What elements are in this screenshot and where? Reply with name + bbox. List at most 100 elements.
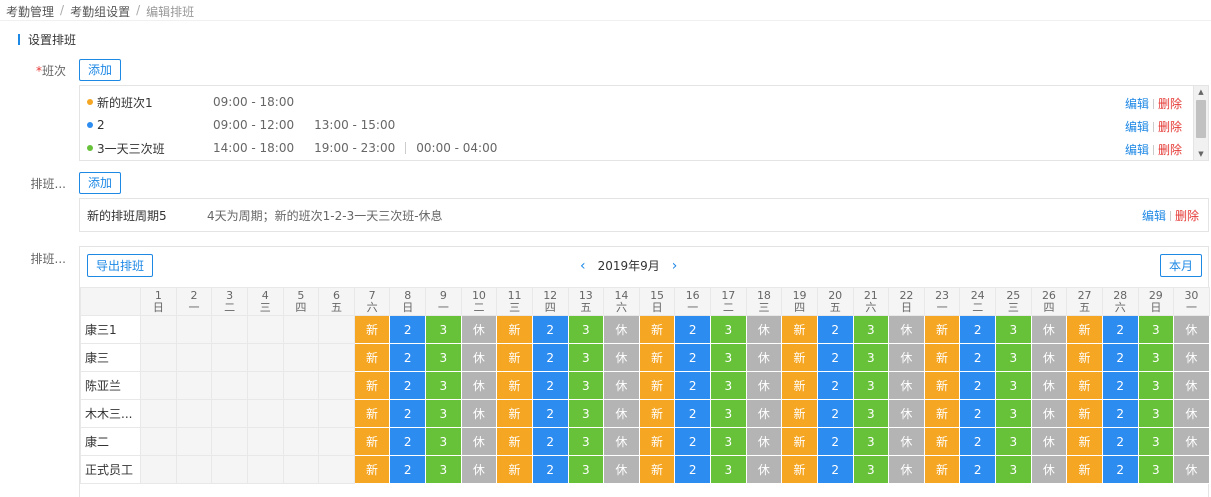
schedule-cell[interactable]: 3 xyxy=(995,399,1032,428)
schedule-cell[interactable]: 新 xyxy=(638,427,676,456)
schedule-cell[interactable]: 休 xyxy=(1173,315,1210,344)
schedule-cell[interactable]: 休 xyxy=(603,371,640,400)
schedule-cell[interactable]: 2 xyxy=(389,399,426,428)
add-cycle-button[interactable]: 添加 xyxy=(79,172,122,194)
schedule-cell[interactable]: 2 xyxy=(389,427,426,456)
next-month-icon[interactable]: › xyxy=(672,258,678,274)
schedule-cell[interactable]: 3 xyxy=(710,455,747,484)
schedule-cell[interactable]: 3 xyxy=(710,315,747,344)
schedule-cell[interactable]: 3 xyxy=(995,455,1032,484)
schedule-cell[interactable]: 2 xyxy=(1101,343,1139,372)
schedule-cell[interactable]: 休 xyxy=(460,315,498,344)
schedule-cell[interactable]: 新 xyxy=(496,315,533,344)
schedule-cell[interactable]: 2 xyxy=(531,455,569,484)
empty-day-cell[interactable] xyxy=(318,399,355,428)
schedule-cell[interactable]: 新 xyxy=(781,315,818,344)
schedule-cell[interactable]: 新 xyxy=(638,371,676,400)
schedule-cell[interactable]: 3 xyxy=(852,371,890,400)
schedule-cell[interactable]: 新 xyxy=(353,455,391,484)
schedule-cell[interactable]: 2 xyxy=(816,455,854,484)
this-month-button[interactable]: 本月 xyxy=(1160,254,1203,277)
schedule-cell[interactable]: 新 xyxy=(781,399,818,428)
schedule-cell[interactable]: 2 xyxy=(531,315,569,344)
schedule-cell[interactable]: 3 xyxy=(425,371,462,400)
schedule-cell[interactable]: 2 xyxy=(389,315,426,344)
empty-day-cell[interactable] xyxy=(282,315,320,344)
schedule-cell[interactable]: 新 xyxy=(781,455,818,484)
schedule-cell[interactable]: 2 xyxy=(531,427,569,456)
empty-day-cell[interactable] xyxy=(140,315,177,344)
schedule-cell[interactable]: 新 xyxy=(923,315,961,344)
schedule-cell[interactable]: 新 xyxy=(353,427,391,456)
schedule-cell[interactable]: 新 xyxy=(496,399,533,428)
schedule-cell[interactable]: 休 xyxy=(888,371,925,400)
empty-day-cell[interactable] xyxy=(246,343,284,372)
schedule-cell[interactable]: 3 xyxy=(425,399,462,428)
schedule-cell[interactable]: 2 xyxy=(959,343,996,372)
scroll-thumb[interactable] xyxy=(1196,100,1206,138)
schedule-cell[interactable]: 新 xyxy=(1066,343,1103,372)
schedule-cell[interactable]: 3 xyxy=(710,343,747,372)
schedule-cell[interactable]: 休 xyxy=(888,427,925,456)
schedule-cell[interactable]: 2 xyxy=(816,315,854,344)
schedule-cell[interactable]: 2 xyxy=(674,343,711,372)
breadcrumb-item-group-settings[interactable]: 考勤组设置 xyxy=(70,3,130,19)
schedule-cell[interactable]: 新 xyxy=(353,399,391,428)
schedule-cell[interactable]: 休 xyxy=(888,343,925,372)
schedule-cell[interactable]: 2 xyxy=(959,315,996,344)
breadcrumb-item-attendance[interactable]: 考勤管理 xyxy=(6,3,54,19)
schedule-cell[interactable]: 休 xyxy=(460,371,498,400)
schedule-cell[interactable]: 3 xyxy=(425,427,462,456)
schedule-cell[interactable]: 休 xyxy=(1030,371,1068,400)
schedule-cell[interactable]: 新 xyxy=(638,399,676,428)
schedule-cell[interactable]: 3 xyxy=(710,399,747,428)
schedule-cell[interactable]: 休 xyxy=(1030,427,1068,456)
schedule-cell[interactable]: 休 xyxy=(1173,343,1210,372)
schedule-cell[interactable]: 2 xyxy=(531,371,569,400)
schedule-cell[interactable]: 休 xyxy=(745,371,783,400)
export-schedule-button[interactable]: 导出排班 xyxy=(87,254,154,277)
edit-shift-link[interactable]: 编辑 xyxy=(1125,118,1149,135)
schedule-cell[interactable]: 3 xyxy=(852,455,890,484)
schedule-cell[interactable]: 3 xyxy=(425,455,462,484)
schedule-cell[interactable]: 新 xyxy=(923,427,961,456)
schedule-cell[interactable]: 3 xyxy=(567,315,605,344)
shift-list-scrollbar[interactable]: ▲ ▼ xyxy=(1193,86,1208,160)
empty-day-cell[interactable] xyxy=(246,399,284,428)
schedule-cell[interactable]: 2 xyxy=(959,371,996,400)
empty-day-cell[interactable] xyxy=(318,371,355,400)
empty-day-cell[interactable] xyxy=(318,343,355,372)
schedule-cell[interactable]: 休 xyxy=(1173,455,1210,484)
schedule-cell[interactable]: 3 xyxy=(567,455,605,484)
empty-day-cell[interactable] xyxy=(140,343,177,372)
schedule-cell[interactable]: 新 xyxy=(1066,371,1103,400)
schedule-cell[interactable]: 3 xyxy=(567,399,605,428)
empty-day-cell[interactable] xyxy=(318,427,355,456)
schedule-cell[interactable]: 3 xyxy=(995,427,1032,456)
schedule-cell[interactable]: 新 xyxy=(496,371,533,400)
schedule-cell[interactable]: 休 xyxy=(460,399,498,428)
schedule-cell[interactable]: 2 xyxy=(389,343,426,372)
schedule-cell[interactable]: 休 xyxy=(745,399,783,428)
schedule-cell[interactable]: 2 xyxy=(531,399,569,428)
schedule-cell[interactable]: 3 xyxy=(1137,343,1175,372)
delete-shift-link[interactable]: 删除 xyxy=(1158,95,1182,112)
schedule-cell[interactable]: 3 xyxy=(710,371,747,400)
schedule-cell[interactable]: 3 xyxy=(567,371,605,400)
schedule-cell[interactable]: 新 xyxy=(923,455,961,484)
schedule-cell[interactable]: 3 xyxy=(852,427,890,456)
schedule-cell[interactable]: 2 xyxy=(1101,455,1139,484)
schedule-cell[interactable]: 2 xyxy=(959,455,996,484)
schedule-cell[interactable]: 2 xyxy=(674,427,711,456)
empty-day-cell[interactable] xyxy=(246,427,284,456)
schedule-cell[interactable]: 休 xyxy=(603,343,640,372)
prev-month-icon[interactable]: ‹ xyxy=(580,258,586,274)
schedule-cell[interactable]: 3 xyxy=(1137,427,1175,456)
empty-day-cell[interactable] xyxy=(175,455,213,484)
empty-day-cell[interactable] xyxy=(175,343,213,372)
schedule-cell[interactable]: 新 xyxy=(1066,455,1103,484)
schedule-cell[interactable]: 2 xyxy=(1101,399,1139,428)
schedule-cell[interactable]: 休 xyxy=(1173,371,1210,400)
schedule-cell[interactable]: 休 xyxy=(460,427,498,456)
empty-day-cell[interactable] xyxy=(282,399,320,428)
